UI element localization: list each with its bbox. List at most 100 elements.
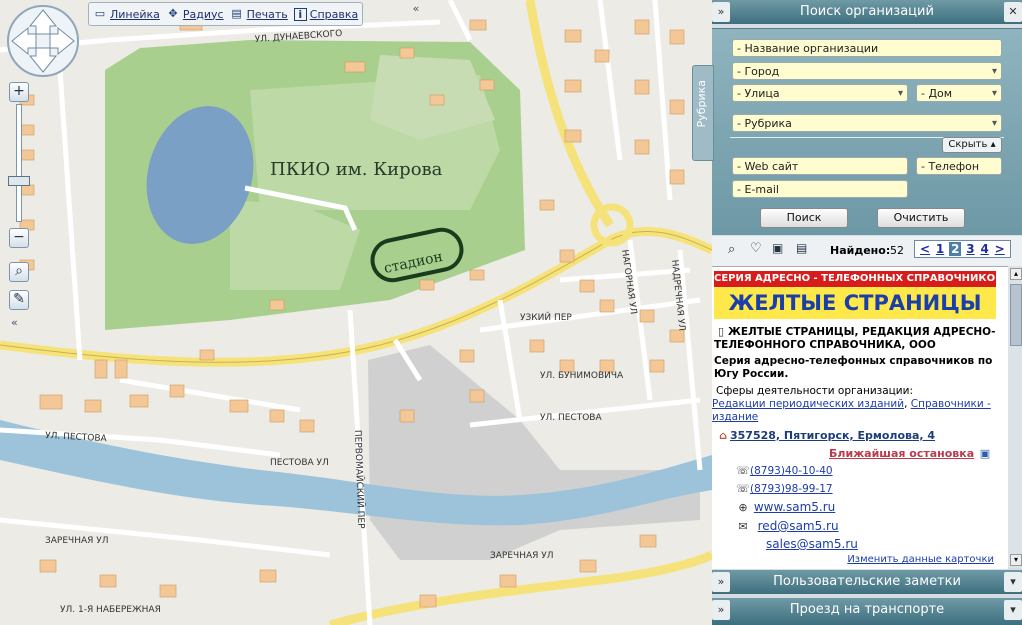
org-name-input[interactable]: - Название организации — [732, 39, 1002, 57]
edit-card-row: Изменить данные карточки — [712, 554, 994, 565]
address-link[interactable]: 357528, Пятигорск, Ермолова, 4 — [730, 429, 935, 442]
bus-icon: ▣ — [979, 447, 991, 460]
search-button[interactable]: Поиск — [760, 208, 848, 228]
found-count: 52 — [890, 244, 904, 257]
phone-input[interactable]: - Телефон — [916, 157, 1002, 175]
map-canvas[interactable]: ПКИО им. Кирова стадион УЛ. ДУНАЕВСКОГО … — [0, 0, 712, 625]
email-row: sales@sam5.ru — [766, 537, 858, 551]
website-link[interactable]: www.sam5.ru — [754, 500, 835, 514]
phone-row: ☏(8793)40-10-40 — [736, 464, 833, 477]
panel-close-icon[interactable]: ✕ — [1004, 2, 1022, 22]
clear-button[interactable]: Очистить — [877, 208, 965, 228]
org-description: Серия адресно-телефонных справочников по… — [714, 355, 993, 380]
printer-icon: ▤ — [231, 7, 242, 20]
help-button[interactable]: i Справка — [293, 7, 358, 21]
zoom-out-button[interactable]: − — [9, 228, 29, 248]
scroll-up-icon[interactable]: ▴ — [1010, 268, 1022, 280]
notes-panel-header[interactable]: » Пользовательские заметки ▾ — [712, 570, 1022, 594]
page-link[interactable]: 1 — [936, 242, 944, 256]
expand-icon[interactable]: ▾ — [1004, 572, 1022, 592]
rubric-select[interactable]: - Рубрика — [732, 114, 1002, 133]
zoom-slider-track[interactable] — [16, 104, 22, 222]
radius-icon: ✥ — [168, 7, 178, 20]
panel-collapse-icon[interactable]: » — [712, 600, 730, 620]
panel-collapse-icon[interactable]: » — [712, 2, 730, 22]
magnifier-icon[interactable]: ⌕ — [9, 262, 29, 282]
phone-link[interactable]: (8793)40-10-40 — [750, 465, 833, 477]
next-page-button[interactable]: > — [995, 242, 1005, 256]
email-link[interactable]: red@sam5.ru — [758, 519, 839, 533]
panel-collapse-icon[interactable]: » — [712, 572, 730, 592]
hide-button[interactable]: Скрыть ▴ — [942, 137, 1002, 153]
email-row: ✉ red@sam5.ru — [736, 519, 839, 533]
search-panel-title: Поиск организаций — [800, 4, 934, 19]
search-icon[interactable]: ⌕ — [728, 242, 735, 257]
nearest-stop-link[interactable]: Ближайшая остановка — [829, 447, 974, 460]
zoom-in-button[interactable]: + — [9, 82, 29, 102]
organization-card: СЕРИЯ АДРЕСНО - ТЕЛЕФОННЫХ СПРАВОЧНИКОВ … — [712, 266, 1008, 569]
card-scrollbar[interactable]: ▴ ▾ — [1008, 266, 1022, 568]
street-select[interactable]: - Улица — [732, 84, 908, 103]
map-toolbar: ▭ Линейка ✥ Радиус ▤ Печать i Справка — [88, 2, 364, 26]
printer-icon[interactable]: ▤ — [796, 241, 807, 255]
street-label: УЛ. БУНИМОВИЧА — [540, 371, 624, 381]
map-view[interactable]: ПКИО им. Кирова стадион УЛ. ДУНАЕВСКОГО … — [0, 0, 712, 625]
banner-top: СЕРИЯ АДРЕСНО - ТЕЛЕФОННЫХ СПРАВОЧНИКОВ — [714, 271, 996, 287]
toolbar-collapse-icon[interactable]: « — [409, 2, 423, 24]
search-form: Рубрика - Название организации - Город -… — [692, 28, 1022, 235]
notes-panel-title: Пользовательские заметки — [773, 574, 961, 589]
found-label: Найдено: — [830, 244, 891, 257]
phone-row: ☏(8793)98-99-17 — [736, 482, 833, 495]
activity-link[interactable]: Редакции периодических изданий — [712, 398, 904, 410]
right-panel: » Поиск организаций ✕ Рубрика - Название… — [692, 0, 1022, 625]
heart-icon[interactable]: ♡ — [750, 241, 762, 256]
zoom-slider-handle[interactable] — [8, 176, 30, 186]
save-icon[interactable]: ▣ — [772, 241, 783, 255]
phone-link[interactable]: (8793)98-99-17 — [750, 483, 833, 495]
org-title: ▯ ЖЕЛТЫЕ СТРАНИЦЫ, РЕДАКЦИЯ АДРЕСНО-ТЕЛЕФ… — [714, 325, 996, 351]
ruler-button[interactable]: ▭ Линейка — [93, 7, 160, 21]
phone-icon: ☏ — [736, 464, 750, 477]
email-input[interactable]: - E-mail — [732, 180, 908, 198]
email-link[interactable]: sales@sam5.ru — [766, 537, 858, 551]
street-label: УЛ. ПЕСТОВА — [540, 413, 602, 423]
street-label: УЛ. 1-Я НАБЕРЕЖНАЯ — [60, 605, 161, 615]
globe-icon: ⊕ — [738, 501, 748, 514]
rubrika-tab[interactable]: Рубрика — [692, 65, 714, 161]
street-label: УЗКИЙ ПЕР — [520, 311, 572, 323]
park-label: ПКИО им. Кирова — [270, 159, 443, 180]
website-input[interactable]: - Web сайт — [732, 157, 908, 175]
scroll-down-icon[interactable]: ▾ — [1010, 554, 1022, 566]
activity-label: Сферы деятельности организации: — [716, 385, 913, 397]
prev-page-button[interactable]: < — [920, 242, 930, 256]
street-label: ЗАРЕЧНАЯ УЛ — [490, 551, 554, 561]
street-label: ЗАРЕЧНАЯ УЛ — [45, 536, 109, 546]
collapse-arrows-icon[interactable]: « — [11, 316, 18, 329]
transport-panel-header[interactable]: » Проезд на транспорте ▾ — [712, 598, 1022, 625]
email-icon: ✉ — [738, 520, 748, 533]
phone-icon: ☏ — [736, 482, 750, 495]
website-row: ⊕ www.sam5.ru — [736, 500, 835, 514]
search-panel-header[interactable]: » Поиск организаций ✕ — [712, 0, 1022, 24]
edit-card-link[interactable]: Изменить данные карточки — [847, 554, 994, 565]
zoom-control: + − ⌕ ✎ « — [8, 82, 30, 334]
page-link[interactable]: 3 — [966, 242, 974, 256]
road-south — [328, 550, 712, 625]
house-select[interactable]: - Дом — [916, 84, 1002, 103]
nearest-stop-row: Ближайшая остановка ▣ — [712, 447, 992, 460]
print-button[interactable]: ▤ Печать — [230, 7, 287, 21]
banner-main: ЖЕЛТЫЕ СТРАНИЦЫ — [714, 287, 996, 319]
ruler-icon: ▭ — [94, 7, 106, 20]
transport-panel-title: Проезд на транспорте — [789, 602, 945, 617]
page-link[interactable]: 4 — [980, 242, 988, 256]
scroll-thumb[interactable] — [1010, 284, 1022, 346]
home-icon: ⌂ — [719, 429, 727, 442]
expand-icon[interactable]: ▾ — [1004, 600, 1022, 620]
street-label: ПЕСТОВА УЛ — [270, 458, 329, 468]
radius-button[interactable]: ✥ Радиус — [166, 7, 223, 21]
wrench-icon[interactable]: ✎ — [9, 290, 29, 310]
address-row: ⌂ 357528, Пятигорск, Ермолова, 4 — [716, 429, 1006, 442]
pagination: < 1 2 3 4 > — [914, 240, 1011, 258]
city-select[interactable]: - Город — [732, 62, 1002, 81]
pan-control[interactable] — [6, 4, 80, 78]
